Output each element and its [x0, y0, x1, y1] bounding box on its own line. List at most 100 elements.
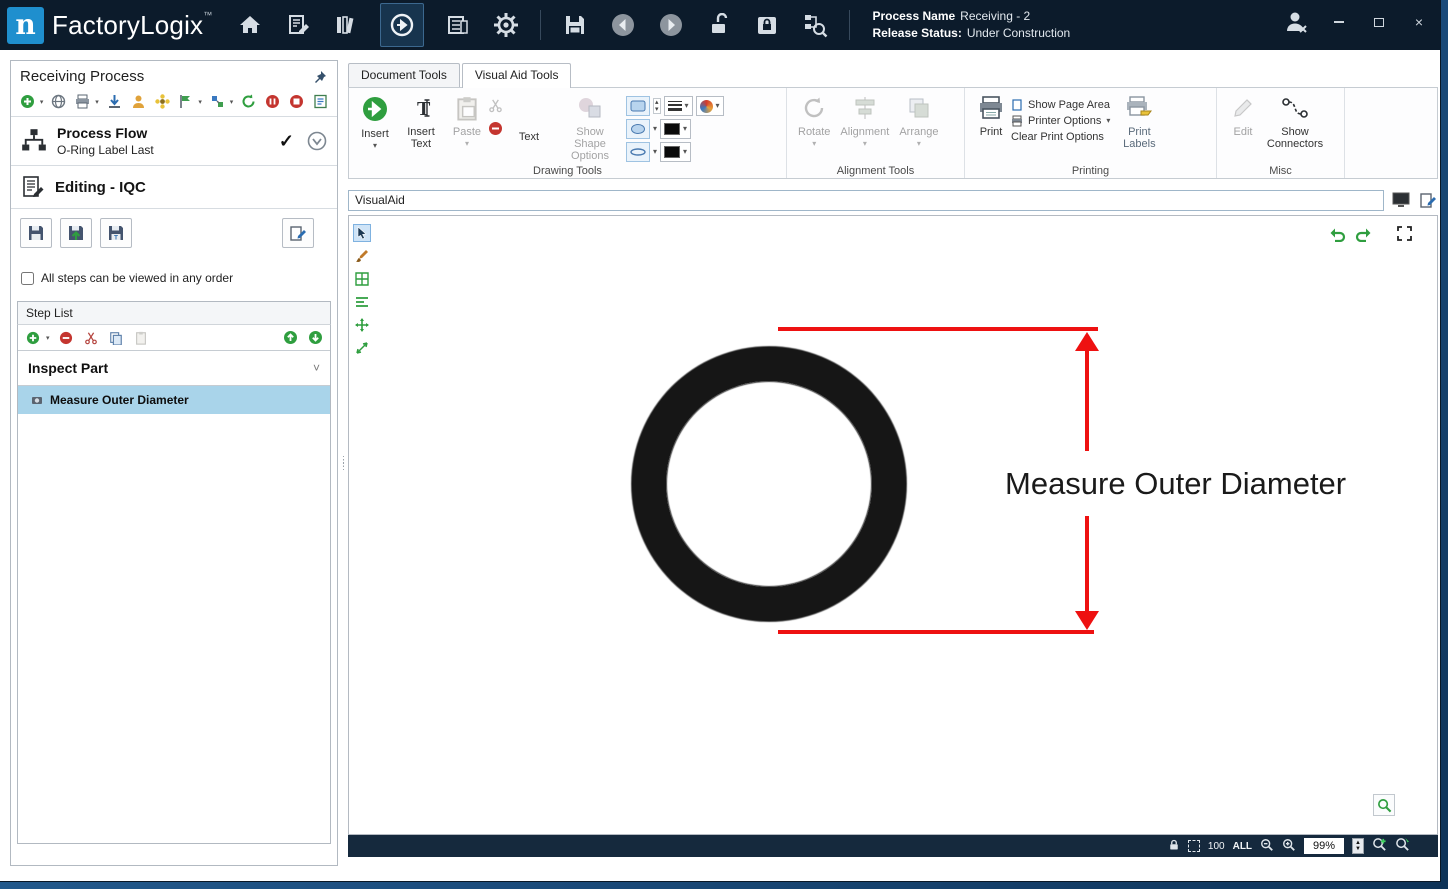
shape-rect-button[interactable]	[626, 96, 650, 116]
fill-color-dropdown[interactable]: ▾	[660, 142, 691, 162]
collapse-circle-icon[interactable]	[306, 130, 328, 152]
dimension-vertical-segment-top[interactable]	[1085, 349, 1089, 451]
unlock-button[interactable]	[705, 11, 733, 39]
show-shape-options-button[interactable]: Show Shape Options	[554, 93, 626, 164]
shape-oval-caret-icon[interactable]: ▾	[653, 148, 657, 156]
arrange-button[interactable]: Arrange ▾	[894, 93, 943, 150]
flag-caret-icon[interactable]: ▾	[198, 98, 202, 106]
dimension-line-top[interactable]	[778, 327, 1098, 331]
paste-button[interactable]: Paste ▾	[447, 93, 487, 150]
forward-button[interactable]	[657, 11, 685, 39]
print-button[interactable]	[74, 93, 91, 110]
tab-document-tools[interactable]: Document Tools	[348, 63, 460, 88]
visualaid-name-input[interactable]	[348, 190, 1384, 211]
grid-tool-button[interactable]	[353, 270, 371, 288]
oring-image[interactable]	[632, 347, 906, 621]
shape-size-spinner[interactable]: ▴▾	[653, 98, 661, 114]
show-connectors-button[interactable]: Show Connectors	[1263, 93, 1327, 152]
delete-icon[interactable]	[487, 120, 504, 137]
zoom-level-value[interactable]: 99%	[1304, 838, 1344, 854]
documents-button[interactable]	[444, 11, 472, 39]
flag-button[interactable]	[177, 93, 194, 110]
rotate-button[interactable]: Rotate ▾	[793, 93, 835, 150]
process-flow-row[interactable]: Process Flow O-Ring Label Last ✓	[11, 117, 337, 166]
add-button[interactable]	[19, 93, 36, 110]
step-item-selected[interactable]: Measure Outer Diameter	[18, 386, 330, 414]
save-step-button[interactable]	[20, 218, 52, 248]
import-button[interactable]	[106, 93, 123, 110]
settings-gear-button[interactable]	[492, 11, 520, 39]
zoom-in-icon[interactable]	[1282, 838, 1296, 855]
clear-print-options-button[interactable]: Clear Print Options	[1011, 131, 1110, 143]
pause-button[interactable]	[264, 93, 281, 110]
cut-step-button[interactable]	[83, 329, 100, 346]
add-step-caret-icon[interactable]: ▾	[46, 334, 50, 342]
redo-button[interactable]	[1353, 224, 1373, 244]
pin-icon[interactable]	[311, 68, 328, 85]
align-tool-button[interactable]	[353, 293, 371, 311]
any-order-checkbox[interactable]	[21, 272, 34, 285]
zoom-lock-icon[interactable]	[1168, 839, 1180, 854]
zoom-region-icon[interactable]	[1188, 840, 1200, 852]
tools-button[interactable]	[209, 93, 226, 110]
alignment-button[interactable]: Alignment ▾	[835, 93, 894, 150]
remove-step-button[interactable]	[58, 329, 75, 346]
zoom-plus-green-icon[interactable]	[1372, 837, 1387, 855]
notes-button[interactable]	[312, 93, 329, 110]
move-tool-button[interactable]	[353, 316, 371, 334]
resize-tool-button[interactable]	[353, 339, 371, 357]
preview-monitor-button[interactable]	[1390, 190, 1411, 211]
tab-visual-aid-tools[interactable]: Visual Aid Tools	[462, 63, 572, 88]
link-icon[interactable]	[50, 93, 67, 110]
config-flower-button[interactable]	[154, 93, 171, 110]
dimension-vertical-segment-bottom[interactable]	[1085, 516, 1089, 613]
print-labels-button[interactable]: Print Labels	[1110, 93, 1168, 152]
panel-splitter[interactable]: ⋮⋮⋮	[340, 60, 347, 866]
flow-search-button[interactable]	[801, 11, 829, 39]
select-tool-button[interactable]	[353, 224, 371, 242]
copy-step-button[interactable]	[108, 329, 125, 346]
printer-options-button[interactable]: Printer Options ▾	[1011, 115, 1110, 127]
library-button[interactable]	[332, 11, 360, 39]
text-button[interactable]: Text	[509, 93, 549, 157]
dimension-line-bottom[interactable]	[778, 630, 1094, 634]
navigation-button-active[interactable]	[380, 3, 424, 47]
print-button-ribbon[interactable]: Print	[971, 93, 1011, 140]
line-color-dropdown[interactable]: ▾	[660, 119, 691, 139]
insert-button[interactable]: Insert ▾	[355, 93, 395, 152]
shape-ellipse-caret-icon[interactable]: ▾	[653, 125, 657, 133]
move-step-down-button[interactable]	[307, 329, 324, 346]
home-button[interactable]	[236, 11, 264, 39]
stop-button[interactable]	[288, 93, 305, 110]
move-step-up-button[interactable]	[282, 329, 299, 346]
step-group-header[interactable]: Inspect Part ˅	[18, 350, 330, 386]
add-step-button[interactable]	[24, 329, 41, 346]
fill-style-dropdown[interactable]: ▾	[696, 96, 724, 116]
edit-visualaid-button[interactable]	[1417, 190, 1438, 211]
refresh-button[interactable]	[240, 93, 257, 110]
zoom-all-button[interactable]: ALL	[1233, 841, 1252, 852]
close-button[interactable]: ×	[1408, 13, 1430, 31]
lock-permissions-button[interactable]	[753, 11, 781, 39]
shape-ellipse-button[interactable]	[626, 119, 650, 139]
canvas-zoom-button[interactable]	[1373, 794, 1395, 816]
add-caret-icon[interactable]: ▾	[40, 98, 44, 106]
zoom-extent-icon[interactable]	[1395, 837, 1410, 855]
paste-step-button[interactable]	[133, 329, 150, 346]
save-button[interactable]	[561, 11, 589, 39]
save-publish-button[interactable]	[60, 218, 92, 248]
cut-icon[interactable]	[487, 97, 504, 114]
fit-to-window-icon[interactable]	[1395, 224, 1413, 242]
insert-text-button[interactable]: T Insert Text	[395, 93, 447, 152]
visual-aid-canvas[interactable]: Measure Outer Diameter	[348, 215, 1438, 835]
save-template-button[interactable]: T	[100, 218, 132, 248]
print-caret-icon[interactable]: ▾	[95, 98, 99, 106]
edit-properties-button[interactable]	[282, 218, 314, 248]
paint-tool-button[interactable]	[353, 247, 371, 265]
annotation-text[interactable]: Measure Outer Diameter	[1005, 466, 1346, 502]
document-edit-button[interactable]	[284, 11, 312, 39]
person-button[interactable]	[130, 93, 147, 110]
minimize-button[interactable]	[1328, 13, 1350, 31]
undo-button[interactable]	[1327, 224, 1347, 244]
edit-button[interactable]: Edit	[1223, 93, 1263, 140]
